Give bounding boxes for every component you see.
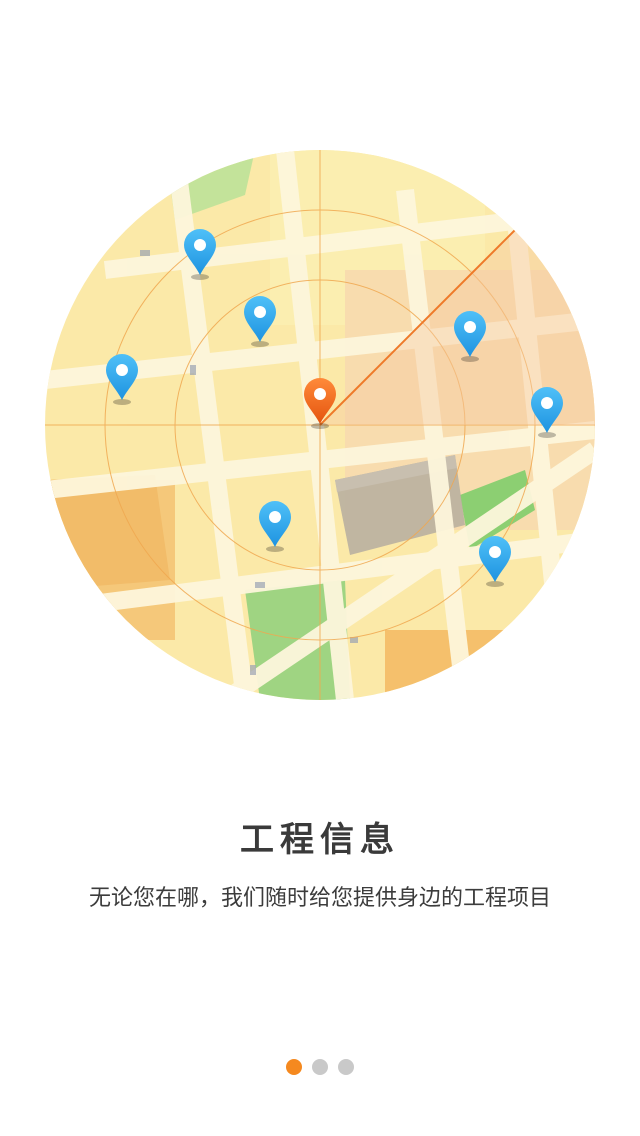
map-svg (45, 150, 595, 700)
page-dot-2[interactable] (312, 1059, 328, 1075)
page-dot-3[interactable] (338, 1059, 354, 1075)
radar-map-illustration (45, 150, 595, 700)
page-indicator (0, 1059, 640, 1075)
page-subtitle: 无论您在哪，我们随时给您提供身边的工程项目 (88, 886, 551, 911)
page-dot-1[interactable] (286, 1059, 302, 1075)
page-title: 工程信息 (240, 820, 400, 860)
